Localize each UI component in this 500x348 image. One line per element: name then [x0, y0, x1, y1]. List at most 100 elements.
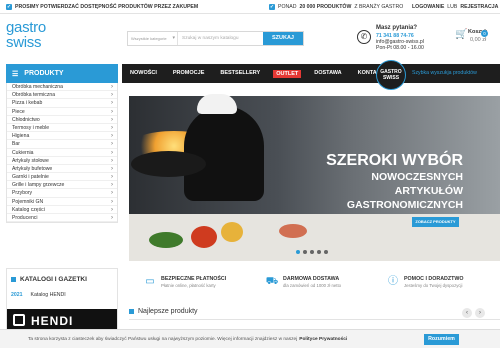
- category-label: Producenci: [12, 215, 38, 221]
- cookie-bar: Ta strona korzysta z ciasteczek aby świa…: [0, 329, 500, 348]
- notice-bold: 20 000 PRODUKTÓW: [299, 4, 352, 10]
- category-label: Piece: [12, 108, 25, 115]
- hendi-logo-icon: [13, 314, 25, 326]
- category-item[interactable]: Katalog części ›: [7, 206, 117, 214]
- site-logo[interactable]: gastro swiss: [6, 20, 64, 50]
- feature-secure-payments: ▭ BEZPIECZNE PŁATNOŚCI Płatnie online, pł…: [143, 275, 226, 289]
- nav-new[interactable]: NOWOŚCI: [122, 64, 165, 83]
- notice-prefix: PONAD: [278, 4, 297, 10]
- category-label: Cukiernia: [12, 149, 34, 156]
- section-header: Najlepsze produkty: [129, 308, 500, 315]
- product-count-notice: ✓ PONAD 20 000 PRODUKTÓW Z BRANŻY GASTRO: [269, 4, 403, 10]
- search-button[interactable]: SZUKAJ: [263, 32, 303, 45]
- hero-headline: SZEROKI WYBÓR: [326, 152, 463, 169]
- slider-dot[interactable]: [296, 250, 300, 254]
- slider-dot[interactable]: [324, 250, 328, 254]
- category-item[interactable]: Higiena ›: [7, 132, 117, 141]
- category-label: Pizza i kebab: [12, 100, 43, 107]
- category-list: Obróbka mechaniczna › Obróbka termiczna › …: [6, 83, 118, 224]
- catalog-row[interactable]: 2021 Katalog HENDI: [7, 290, 117, 300]
- chevron-right-icon: ›: [111, 190, 113, 197]
- category-item[interactable]: Producenci ›: [7, 214, 117, 223]
- category-label: Grille i lampy grzewcze: [12, 182, 65, 189]
- basket-count-badge: 0: [481, 30, 488, 37]
- catalog-name: Katalog HENDI: [30, 292, 66, 298]
- hero-chef-graphic: [184, 106, 264, 201]
- category-item[interactable]: Obróbka mechaniczna ›: [7, 83, 117, 92]
- feature-subtitle: Płatnie online, płatność karty: [161, 283, 216, 288]
- basket-amount: 0,00 zł: [470, 37, 487, 43]
- chevron-right-icon: ›: [111, 124, 113, 131]
- menu-icon: ☰: [12, 70, 19, 78]
- chevron-right-icon[interactable]: ›: [475, 308, 485, 318]
- category-item[interactable]: Pojemniki GN ›: [7, 198, 117, 206]
- main-nav: NOWOŚCI PROMOCJE BESTSELLERY OUTLET DOST…: [122, 60, 500, 90]
- search-bar: Wszystkie kategorie Szukaj w naszym kata…: [127, 31, 304, 46]
- nav-bestsellers[interactable]: BESTSELLERY: [212, 64, 268, 83]
- chevron-right-icon: ›: [111, 133, 113, 140]
- nav-outlet[interactable]: OUTLET: [273, 69, 302, 78]
- section-title: Najlepsze produkty: [138, 308, 198, 315]
- chevron-right-icon: ›: [111, 206, 113, 213]
- category-item[interactable]: Cukiernia ›: [7, 149, 117, 157]
- hero-vegetable-graphic: [149, 232, 183, 248]
- chevron-right-icon: ›: [111, 165, 113, 172]
- availability-notice: ✓ PROSIMY POTWIERDZAĆ DOSTĘPNOŚĆ PRODUKT…: [6, 4, 198, 10]
- hero-line2: NOWOCZESNYCH: [371, 171, 463, 183]
- category-label: Katalog części: [12, 206, 45, 213]
- login-separator: LUB: [447, 4, 458, 10]
- slider-dot[interactable]: [310, 250, 314, 254]
- hero-slider[interactable]: SZEROKI WYBÓR NOWOCZESNYCH ARTYKUŁÓW GAS…: [129, 94, 500, 261]
- slider-dot[interactable]: [303, 250, 307, 254]
- cookie-accept-button[interactable]: Rozumiem: [424, 334, 459, 345]
- category-item[interactable]: Artykuły bufetowe ›: [7, 165, 117, 174]
- category-item[interactable]: Artykuły stołowe ›: [7, 157, 117, 165]
- category-item[interactable]: Termosy i meble ›: [7, 124, 117, 133]
- category-label: Chłodnictwo: [12, 116, 40, 123]
- hero-cta-button[interactable]: ZOBACZ PRODUKTY: [412, 217, 459, 227]
- quick-search-link[interactable]: Szybka wyszukja produktów: [412, 64, 477, 83]
- basket-icon: 🛒: [455, 29, 468, 40]
- privacy-policy-link[interactable]: Polityce Prywatności: [299, 337, 347, 342]
- hero-vegetable-graphic: [279, 224, 307, 238]
- contact-hours: Pon-Pt 08.00 - 16.00: [376, 45, 424, 51]
- feature-title: BEZPIECZNE PŁATNOŚCI: [161, 276, 227, 282]
- logo-line1: gastro: [6, 19, 46, 36]
- feature-subtitle: dla zamówień od 1000 zł netto: [283, 283, 342, 288]
- category-item[interactable]: Grille i lampy grzewcze ›: [7, 181, 117, 190]
- hero-line3: ARTYKUŁÓW: [394, 185, 463, 197]
- feature-help: ⓘ POMOC I DORADZTWO Jesteśmy do Twojej dy…: [386, 275, 463, 289]
- category-label: Garnki i patelnie: [12, 174, 49, 181]
- search-input[interactable]: Szukaj w naszym katalogu: [178, 32, 263, 45]
- category-item[interactable]: Garnki i patelnie ›: [7, 173, 117, 182]
- category-item[interactable]: Pizza i kebab ›: [7, 99, 117, 108]
- badge-line2: SWISS: [382, 75, 400, 81]
- notice-suffix: Z BRANŻY GASTRO: [354, 4, 404, 10]
- chevron-right-icon: ›: [111, 116, 113, 123]
- search-category-select[interactable]: Wszystkie kategorie: [128, 32, 178, 45]
- hero-pan-graphic: [131, 151, 206, 177]
- category-item[interactable]: Obróbka termiczna ›: [7, 91, 117, 100]
- category-item[interactable]: Chłodnictwo ›: [7, 116, 117, 124]
- register-link[interactable]: REJESTRACJA: [460, 4, 498, 10]
- login-link[interactable]: LOGOWANIE: [412, 4, 444, 10]
- category-item[interactable]: Piece ›: [7, 108, 117, 116]
- nav-promotions[interactable]: PROMOCJE: [165, 64, 212, 83]
- category-item[interactable]: Przybory ›: [7, 189, 117, 198]
- availability-notice-text: PROSIMY POTWIERDZAĆ DOSTĘPNOŚĆ PRODUKTÓW…: [15, 4, 199, 10]
- nav-delivery[interactable]: DOSTAWA: [306, 64, 349, 83]
- contact-title: Masz pytania?: [376, 25, 418, 31]
- gastro-swiss-badge[interactable]: GASTRO SWISS: [376, 60, 406, 90]
- feature-title: POMOC I DORADZTWO: [404, 276, 464, 282]
- square-bullet-icon: [11, 277, 16, 282]
- chevron-left-icon[interactable]: ‹: [462, 308, 472, 318]
- categories-toggle[interactable]: ☰ PRODUKTY: [6, 64, 118, 83]
- category-label: Przybory: [12, 190, 33, 197]
- category-item[interactable]: Bar ›: [7, 140, 117, 149]
- category-label: Termosy i meble: [12, 124, 50, 131]
- slider-dot[interactable]: [317, 250, 321, 254]
- logo-line2: swiss: [6, 34, 42, 51]
- catalogs-header: KATALOGI I GAZETKI: [7, 269, 117, 290]
- chevron-right-icon: ›: [111, 149, 113, 156]
- hero-vegetable-graphic: [221, 222, 243, 242]
